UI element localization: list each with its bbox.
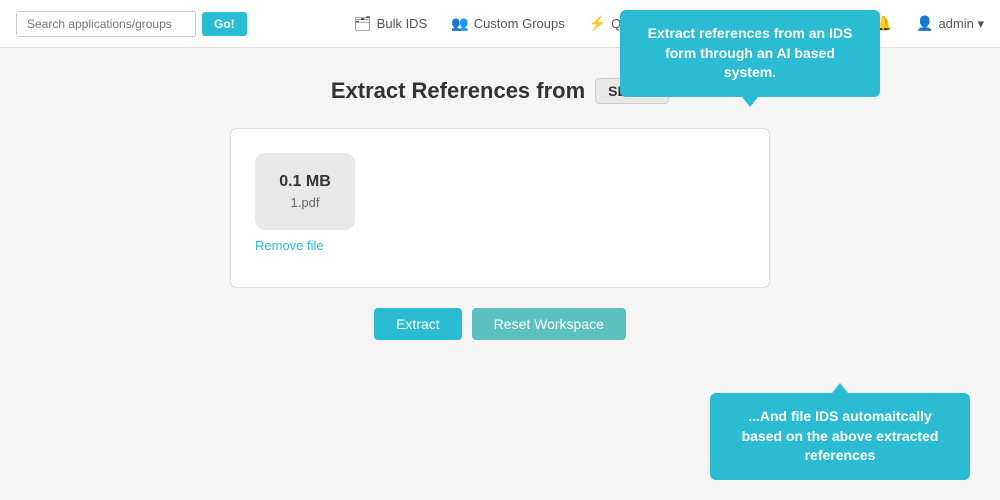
- remove-file-link[interactable]: Remove file: [255, 238, 355, 253]
- go-button[interactable]: Go!: [202, 12, 247, 36]
- reset-button[interactable]: Reset Workspace: [472, 308, 626, 340]
- file-size: 0.1 MB: [279, 173, 331, 191]
- page-title-text: Extract References from: [331, 78, 585, 104]
- user-icon: 👤: [916, 15, 933, 32]
- quick-add-icon: ⚡: [589, 15, 606, 32]
- nav-label-bulk-ids: Bulk IDS: [377, 16, 428, 31]
- file-drop-area: 0.1 MB 1.pdf Remove file: [230, 128, 770, 288]
- file-name: 1.pdf: [279, 195, 331, 210]
- search-area: Go!: [16, 11, 247, 37]
- tooltip-bottom: ...And file IDS automaitcally based on t…: [710, 393, 970, 480]
- nav-item-custom-groups[interactable]: 👥 Custom Groups: [451, 15, 564, 32]
- extract-button[interactable]: Extract: [374, 308, 462, 340]
- file-card: 0.1 MB 1.pdf: [255, 153, 355, 230]
- nav-item-admin[interactable]: 👤 admin ▾: [916, 15, 984, 32]
- search-input[interactable]: [16, 11, 196, 37]
- bulk-ids-icon: 🗂: [354, 15, 372, 32]
- tooltip-bottom-text: ...And file IDS automaitcally based on t…: [742, 408, 939, 463]
- tooltip-top: Extract references from an IDS form thro…: [620, 10, 880, 97]
- action-buttons: Extract Reset Workspace: [40, 308, 960, 340]
- nav-label-admin: admin ▾: [938, 16, 984, 32]
- custom-groups-icon: 👥: [451, 15, 468, 32]
- tooltip-top-text: Extract references from an IDS form thro…: [648, 25, 853, 80]
- file-item: 0.1 MB 1.pdf Remove file: [255, 153, 355, 253]
- nav-label-custom-groups: Custom Groups: [474, 16, 565, 31]
- nav-item-bulk-ids[interactable]: 🗂 Bulk IDS: [354, 15, 427, 32]
